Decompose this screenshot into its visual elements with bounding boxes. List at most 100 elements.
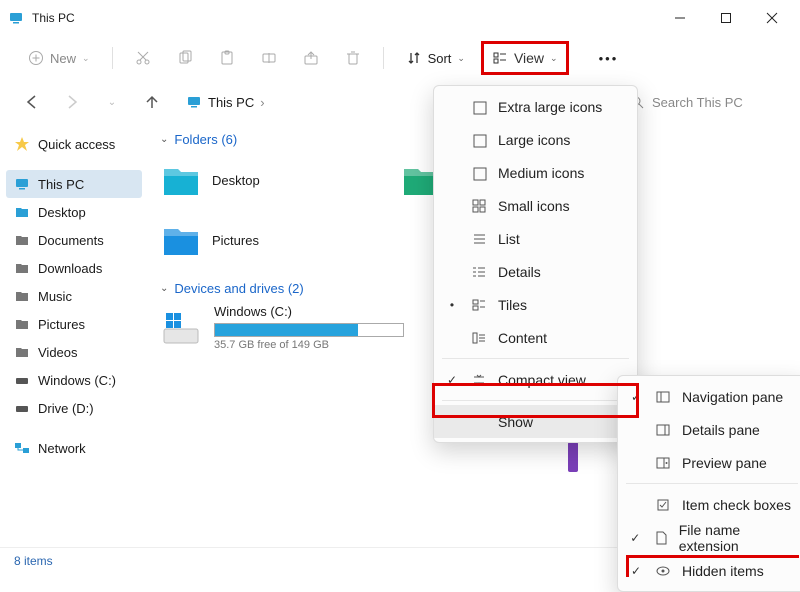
square-icon (470, 165, 488, 181)
menu-label: Compact view (498, 372, 586, 388)
view-button[interactable]: View ⌄ (481, 41, 569, 75)
sort-button[interactable]: Sort ⌄ (396, 42, 475, 74)
crumb-separator[interactable]: › (260, 95, 264, 110)
view-menu-tiles[interactable]: •Tiles (434, 288, 637, 321)
sidebar-item-desktop[interactable]: Desktop (6, 198, 142, 226)
forward-button[interactable] (58, 88, 86, 116)
recent-button[interactable]: ⌄ (98, 88, 126, 116)
folder-icon (14, 344, 30, 360)
nav-row: ⌄ This PC › Search This PC (0, 80, 800, 124)
view-menu-medium-icons[interactable]: Medium icons (434, 156, 637, 189)
view-menu-small-icons[interactable]: Small icons (434, 189, 637, 222)
paste-button[interactable] (209, 42, 245, 74)
menu-label: Medium icons (498, 165, 584, 181)
menu-label: Large icons (498, 132, 570, 148)
toolbar-divider (383, 47, 384, 69)
folder-icon (14, 288, 30, 304)
sidebar-item-drive-d-[interactable]: Drive (D:) (6, 394, 142, 422)
new-button[interactable]: New ⌄ (18, 42, 100, 74)
folder-icon (14, 204, 30, 220)
view-menu-large-icons[interactable]: Large icons (434, 123, 637, 156)
view-menu-compact-view[interactable]: ✓Compact view (434, 363, 637, 396)
folder-desktop[interactable]: Desktop (160, 155, 360, 205)
folder-label: Pictures (212, 233, 259, 248)
eye-icon (654, 563, 672, 579)
cut-button[interactable] (125, 42, 161, 74)
show-menu-hidden-items[interactable]: ✓Hidden items (618, 554, 800, 587)
menu-label: Details pane (682, 422, 760, 438)
grid4-icon (470, 198, 488, 214)
up-button[interactable] (138, 88, 166, 116)
sidebar-item-windows-c-[interactable]: Windows (C:) (6, 366, 142, 394)
folder-icon (160, 159, 202, 201)
close-button[interactable] (758, 4, 786, 32)
previewpane-icon (654, 455, 672, 471)
menu-label: Item check boxes (682, 497, 791, 513)
chevron-down-icon: ⌄ (550, 53, 558, 64)
folder-pictures[interactable]: Pictures (160, 215, 360, 265)
menu-label: Details (498, 264, 541, 280)
chevron-down-icon: ⌄ (82, 53, 90, 64)
folder-label: Desktop (212, 173, 260, 188)
back-button[interactable] (18, 88, 46, 116)
show-menu-details-pane[interactable]: Details pane (618, 413, 800, 446)
detailspane-icon (654, 422, 672, 438)
checkbox-icon (654, 497, 672, 513)
view-menu-show[interactable]: Show› (434, 405, 637, 438)
sidebar-item-label: Music (38, 289, 72, 304)
copy-icon (177, 50, 193, 66)
list-icon (470, 231, 488, 247)
menu-label: Navigation pane (682, 389, 783, 405)
drive-free-text: 35.7 GB free of 149 GB (214, 339, 420, 351)
sidebar-item-label: Desktop (38, 205, 86, 220)
minimize-button[interactable] (666, 4, 694, 32)
view-menu-extra-large-icons[interactable]: Extra large icons (434, 90, 637, 123)
view-menu-details[interactable]: Details (434, 255, 637, 288)
show-menu-file-name-extension[interactable]: ✓File name extension (618, 521, 800, 554)
navpane-icon (654, 389, 672, 405)
sidebar-item-network[interactable]: Network (6, 434, 142, 462)
rename-button[interactable] (251, 42, 287, 74)
sidebar-item-documents[interactable]: Documents (6, 226, 142, 254)
chevron-down-icon: ⌄ (160, 134, 168, 145)
sidebar-item-label: Network (38, 441, 86, 456)
plus-circle-icon (28, 50, 44, 66)
clipboard-icon (219, 50, 235, 66)
show-menu-navigation-pane[interactable]: ✓Navigation pane (618, 380, 800, 413)
show-menu-item-check-boxes[interactable]: Item check boxes (618, 488, 800, 521)
share-button[interactable] (293, 42, 329, 74)
search-placeholder: Search This PC (652, 95, 743, 110)
sidebar-item-downloads[interactable]: Downloads (6, 254, 142, 282)
toolbar: New ⌄ Sort ⌄ View ⌄ ••• (0, 36, 800, 80)
share-icon (303, 50, 319, 66)
search-input[interactable]: Search This PC (622, 86, 782, 118)
trash-icon (345, 50, 361, 66)
star-icon (14, 136, 30, 152)
sidebar-item-videos[interactable]: Videos (6, 338, 142, 366)
sidebar-item-pictures[interactable]: Pictures (6, 310, 142, 338)
more-button[interactable]: ••• (589, 42, 629, 74)
compact-icon (470, 372, 488, 388)
sidebar-item-music[interactable]: Music (6, 282, 142, 310)
delete-button[interactable] (335, 42, 371, 74)
menu-label: Content (498, 330, 547, 346)
breadcrumb[interactable]: This PC (208, 95, 254, 110)
maximize-button[interactable] (712, 4, 740, 32)
folder-icon (14, 260, 30, 276)
sort-icon (406, 50, 422, 66)
drive-item[interactable]: Windows (C:) 35.7 GB free of 149 GB (160, 304, 420, 351)
sidebar-item-this-pc[interactable]: This PC (6, 170, 142, 198)
show-menu-preview-pane[interactable]: Preview pane (618, 446, 800, 479)
view-menu-content[interactable]: Content (434, 321, 637, 354)
item-count: 8 items (14, 554, 53, 568)
sidebar-item-quick-access[interactable]: Quick access (6, 130, 142, 158)
file-icon (652, 530, 668, 546)
scissors-icon (135, 50, 151, 66)
content-icon (470, 330, 488, 346)
copy-button[interactable] (167, 42, 203, 74)
square-icon (470, 99, 488, 115)
folder-icon (14, 316, 30, 332)
view-menu-list[interactable]: List (434, 222, 637, 255)
view-icon (492, 50, 508, 66)
sidebar-item-label: Documents (38, 233, 104, 248)
